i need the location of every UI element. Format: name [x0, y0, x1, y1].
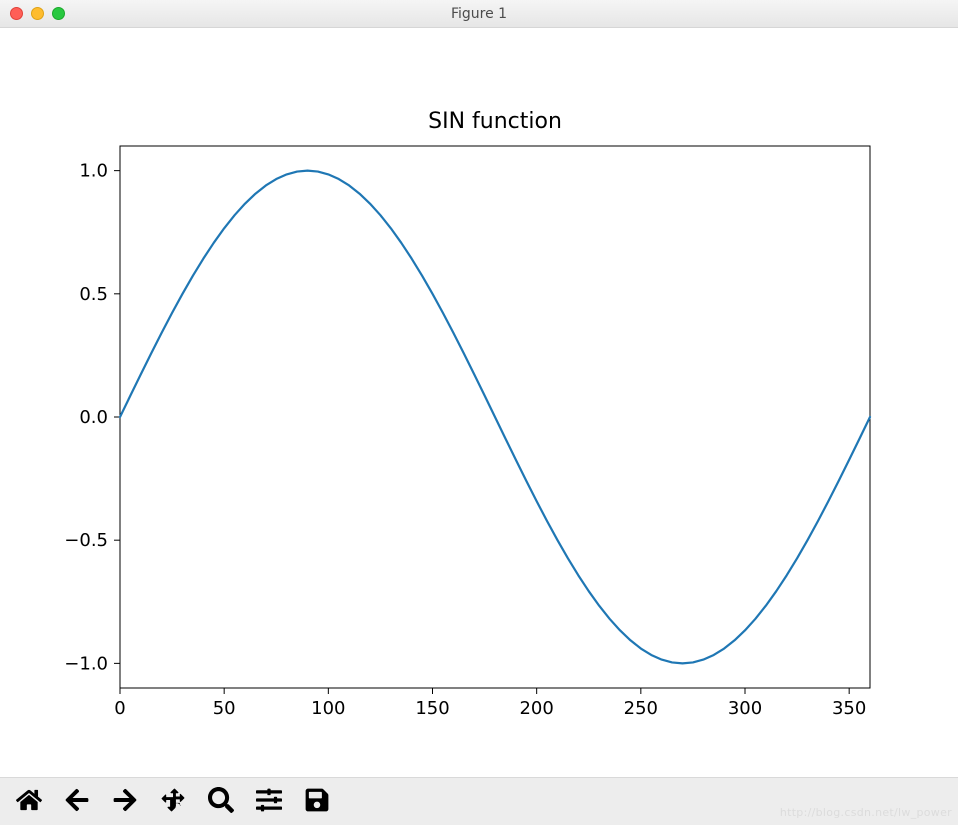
search-icon [208, 787, 234, 817]
arrow-left-icon [64, 787, 90, 817]
sliders-icon [256, 787, 282, 817]
svg-text:0.5: 0.5 [79, 284, 108, 305]
svg-text:200: 200 [519, 698, 553, 719]
svg-text:−1.0: −1.0 [64, 653, 108, 674]
home-button[interactable] [6, 783, 52, 821]
svg-text:1.0: 1.0 [79, 161, 108, 182]
minimize-window-button[interactable] [31, 7, 44, 20]
back-button[interactable] [54, 783, 100, 821]
arrow-right-icon [112, 787, 138, 817]
svg-text:SIN function: SIN function [428, 109, 562, 134]
home-icon [16, 787, 42, 817]
window-title: Figure 1 [451, 6, 507, 22]
svg-text:50: 50 [213, 698, 236, 719]
zoom-window-button[interactable] [52, 7, 65, 20]
svg-text:0.0: 0.0 [79, 407, 108, 428]
svg-text:300: 300 [728, 698, 762, 719]
svg-text:150: 150 [415, 698, 449, 719]
svg-text:350: 350 [832, 698, 866, 719]
chart-canvas[interactable]: 0 50 100 150 200 250 300 350 −1.0 −0.5 0.0 0.5 1.0 SI… [0, 28, 958, 777]
traffic-lights [10, 7, 65, 20]
move-icon [160, 787, 186, 817]
forward-button[interactable] [102, 783, 148, 821]
pan-button[interactable] [150, 783, 196, 821]
save-icon [304, 787, 330, 817]
zoom-button[interactable] [198, 783, 244, 821]
close-window-button[interactable] [10, 7, 23, 20]
title-bar: Figure 1 [0, 0, 958, 28]
plot-container: 0 50 100 150 200 250 300 350 −1.0 −0.5 0.0 0.5 1.0 SI… [0, 28, 958, 777]
save-button[interactable] [294, 783, 340, 821]
svg-text:250: 250 [624, 698, 658, 719]
matplotlib-toolbar: http://blog.csdn.net/lw_power [0, 777, 958, 825]
svg-text:100: 100 [311, 698, 345, 719]
watermark-text: http://blog.csdn.net/lw_power [780, 806, 952, 819]
configure-subplots-button[interactable] [246, 783, 292, 821]
svg-text:0: 0 [114, 698, 125, 719]
svg-text:−0.5: −0.5 [64, 530, 108, 551]
